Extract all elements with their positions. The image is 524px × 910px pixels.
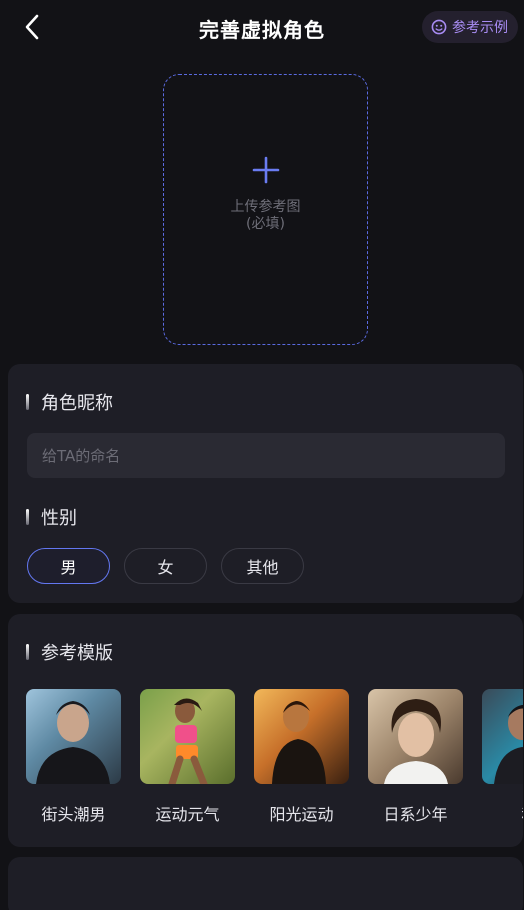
template-section-title: 参考模版 [26,639,113,665]
template-card: 参考模版 街头潮男 运动元气 阳光运动 日系少年 [8,614,523,847]
section-bar [26,509,29,525]
template-label: 运动元气 [155,805,220,824]
nickname-section-title: 角色昵称 [26,389,113,415]
gender-option-male[interactable]: 男 [27,548,110,584]
gender-title-text: 性别 [41,508,77,529]
nickname-input[interactable] [27,433,505,478]
gender-option-other[interactable]: 其他 [221,548,304,584]
next-section-card [8,857,523,910]
template-item-japanese[interactable]: 日系少年 [368,689,463,825]
gender-option-female[interactable]: 女 [124,548,207,584]
template-label: 街头潮男 [41,805,106,824]
basic-info-card: 角色昵称 性别 男 女 其他 [8,364,523,603]
upload-label-required: (必填) [246,216,285,232]
person-silhouette-icon [36,701,110,784]
template-label: 科 [482,801,523,825]
upload-reference-image[interactable]: 上传参考图 (必填) [163,74,368,345]
template-thumbnail [482,689,523,784]
person-silhouette-icon [168,698,208,784]
section-bar [26,644,29,660]
template-thumbnail [26,689,121,784]
upload-label-main: 上传参考图 [230,199,301,215]
template-thumbnail [254,689,349,784]
template-thumbnail [368,689,463,784]
upload-label: 上传参考图 (必填) [231,199,301,233]
template-label: 日系少年 [383,805,448,824]
template-label: 阳光运动 [269,805,334,824]
template-title-text: 参考模版 [41,643,113,664]
section-bar [26,394,29,410]
reference-example-button[interactable]: 参考示例 [422,11,518,43]
template-item-tech[interactable]: 科 [482,689,523,825]
template-thumbnail [140,689,235,784]
gender-options: 男 女 其他 [27,548,304,584]
template-item-street[interactable]: 街头潮男 [26,689,121,825]
top-bar: 完善虚拟角色 参考示例 [0,0,524,56]
gender-section-title: 性别 [26,504,77,530]
person-silhouette-icon [272,701,326,784]
plus-icon [252,156,279,184]
reference-example-label: 参考示例 [452,20,508,36]
face-icon [431,19,447,35]
template-list[interactable]: 街头潮男 运动元气 阳光运动 日系少年 [26,689,523,825]
person-silhouette-icon [384,699,448,784]
nickname-title-text: 角色昵称 [41,393,113,414]
person-silhouette-icon [494,705,523,784]
template-item-sunny[interactable]: 阳光运动 [254,689,349,825]
template-item-sporty[interactable]: 运动元气 [140,689,235,825]
